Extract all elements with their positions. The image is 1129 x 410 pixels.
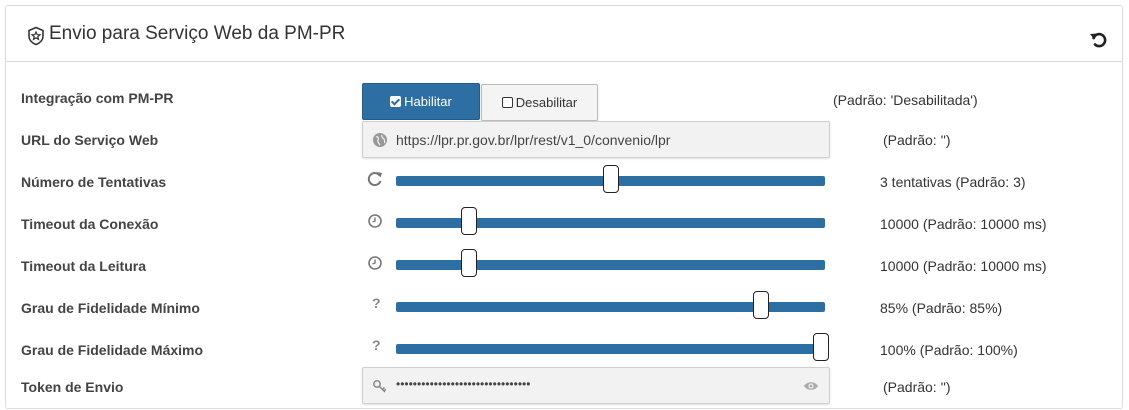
eye-icon[interactable] — [803, 379, 819, 393]
url-label: URL do Serviço Web — [21, 132, 159, 148]
fidelidade-minimo-label: Grau de Fidelidade Mínimo — [21, 300, 200, 316]
fidelidade-maximo-label: Grau de Fidelidade Máximo — [21, 342, 204, 358]
tentativas-slider[interactable] — [396, 165, 825, 193]
clock-icon — [368, 256, 382, 270]
globe-icon — [373, 133, 387, 147]
fidelidade-minimo-slider-handle[interactable] — [752, 291, 769, 319]
url-input[interactable]: https://lpr.pr.gov.br/lpr/rest/v1_0/conv… — [362, 121, 830, 158]
timeout-conexao-slider[interactable] — [396, 207, 825, 235]
tentativas-hint: 3 tentativas (Padrão: 3) — [880, 174, 1026, 190]
timeout-leitura-label: Timeout da Leitura — [21, 258, 146, 274]
key-icon — [373, 380, 387, 393]
fidelidade-minimo-slider[interactable] — [396, 291, 825, 319]
fidelidade-maximo-slider[interactable] — [396, 333, 829, 361]
enable-button[interactable]: Habilitar — [362, 83, 480, 120]
checkbox-empty-icon — [501, 97, 513, 108]
shield-star-icon — [28, 26, 44, 46]
token-input[interactable]: •••••••••••••••••••••••••••••••• — [362, 367, 830, 404]
token-value: •••••••••••••••••••••••••••••••• — [396, 377, 531, 391]
fidelidade-maximo-hint: 100% (Padrão: 100%) — [880, 342, 1018, 358]
question-icon: ? — [372, 337, 381, 353]
timeout-leitura-slider-handle[interactable] — [460, 249, 477, 277]
integracao-hint: (Padrão: 'Desabilitada') — [833, 92, 978, 108]
integracao-label: Integração com PM-PR — [21, 90, 174, 106]
tentativas-label: Número de Tentativas — [21, 174, 167, 190]
panel-header: Envio para Serviço Web da PM-PR — [6, 6, 1122, 62]
checkbox-checked-icon — [390, 96, 402, 107]
url-hint: (Padrão: '') — [883, 132, 951, 148]
fidelidade-maximo-slider-handle[interactable] — [813, 333, 829, 361]
settings-panel: Envio para Serviço Web da PM-PR Integraç… — [5, 5, 1123, 409]
disable-button[interactable]: Desabilitar — [481, 84, 598, 121]
timeout-conexao-label: Timeout da Conexão — [21, 216, 159, 232]
token-label: Token de Envio — [21, 379, 124, 395]
refresh-icon — [367, 172, 382, 187]
page-title: Envio para Serviço Web da PM-PR — [49, 23, 346, 44]
disable-button-label: Desabilitar — [515, 95, 578, 110]
timeout-conexao-slider-handle[interactable] — [460, 207, 477, 235]
token-hint: (Padrão: '') — [883, 379, 951, 395]
clock-icon — [368, 214, 382, 228]
timeout-leitura-hint: 10000 (Padrão: 10000 ms) — [880, 258, 1047, 274]
reset-icon[interactable] — [1088, 29, 1110, 51]
timeout-conexao-hint: 10000 (Padrão: 10000 ms) — [880, 216, 1047, 232]
timeout-leitura-slider[interactable] — [396, 249, 825, 277]
tentativas-slider-handle[interactable] — [602, 165, 619, 193]
enable-button-label: Habilitar — [404, 94, 452, 109]
fidelidade-minimo-hint: 85% (Padrão: 85%) — [880, 300, 1003, 316]
question-icon: ? — [372, 295, 381, 311]
url-value: https://lpr.pr.gov.br/lpr/rest/v1_0/conv… — [396, 132, 671, 148]
